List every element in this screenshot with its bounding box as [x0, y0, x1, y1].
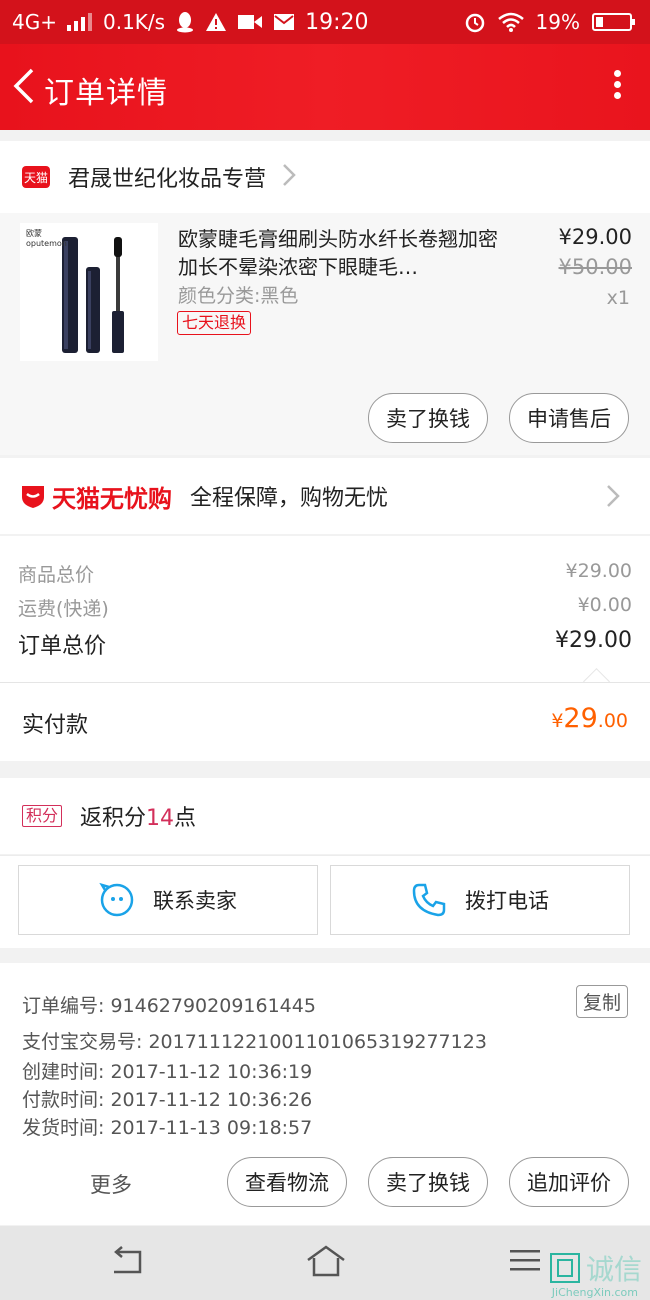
cost-summary: 商品总价 ¥29.00 运费(快递) ¥0.00 订单总价 ¥29.00: [0, 536, 650, 682]
bottom-actions: 更多 查看物流 卖了换钱 追加评价: [0, 1139, 650, 1225]
cost-label: 商品总价: [18, 564, 95, 586]
guarantee-row[interactable]: 天猫无忧购 全程保障，购物无忧: [0, 458, 650, 534]
chevron-right-icon: [606, 484, 620, 512]
more-menu-icon[interactable]: [612, 66, 622, 106]
total-label: 订单总价: [18, 634, 107, 659]
home-nav-icon[interactable]: [306, 1244, 346, 1282]
watermark-subtext: JiChengXin.com: [551, 1286, 638, 1299]
total-value: ¥29.00: [555, 628, 632, 653]
view-logistics-button[interactable]: 查看物流: [227, 1157, 347, 1207]
thumb-brand: 欧蒙: [26, 229, 42, 238]
product-original-price: ¥50.00: [558, 255, 632, 279]
contact-seller-button[interactable]: 联系卖家: [18, 865, 318, 935]
network-speed: 0.1K/s: [102, 10, 166, 34]
order-info: 订单编号: 91462790209161445 复制 支付宝交易号: 20171…: [0, 963, 650, 1139]
qq-icon: [175, 11, 195, 33]
shipped-time: 发货时间: 2017-11-13 09:18:57: [22, 1117, 313, 1139]
video-icon: [237, 12, 263, 32]
chevron-right-icon: [282, 163, 296, 191]
back-icon[interactable]: [10, 66, 40, 106]
points-suffix: 点: [174, 806, 197, 831]
product-card[interactable]: 欧蒙 oputemon 欧蒙睫毛膏细刷头防水纤长卷翘加密加长不晕染浓密下眼睫毛……: [0, 213, 650, 455]
shop-name: 君晟世纪化妆品专营: [68, 167, 267, 192]
signal-icon: [66, 13, 93, 31]
cost-row-goods: 商品总价 ¥29.00: [18, 560, 632, 587]
battery-percent: 19%: [535, 10, 580, 34]
points-text: 返积分14点: [80, 800, 196, 832]
points-prefix: 返积分: [80, 806, 147, 831]
back-nav-icon[interactable]: [108, 1246, 144, 1280]
network-label: 4G+: [12, 10, 57, 34]
paid-label: 实付款: [22, 713, 89, 738]
warning-icon: [205, 12, 227, 32]
page-title: 订单详情: [44, 76, 168, 111]
cost-value: ¥29.00: [565, 560, 632, 582]
after-sales-button[interactable]: 申请售后: [509, 393, 629, 443]
system-nav-bar: 诚信 JiChengXin.com: [0, 1226, 650, 1300]
cost-row-total: 订单总价 ¥29.00: [18, 628, 632, 660]
created-time: 创建时间: 2017-11-12 10:36:19: [22, 1061, 313, 1083]
header-bar: 订单详情: [0, 44, 650, 130]
product-quantity: x1: [606, 287, 630, 309]
menu-nav-icon[interactable]: [510, 1248, 540, 1278]
sell-for-cash-button[interactable]: 卖了换钱: [368, 393, 488, 443]
add-review-button[interactable]: 追加评价: [509, 1157, 629, 1207]
cost-value: ¥0.00: [577, 594, 632, 616]
chat-bubble-icon: [99, 882, 134, 917]
cost-label: 运费(快递): [18, 598, 109, 620]
thumb-brand-en: oputemon: [26, 239, 67, 248]
more-link[interactable]: 更多: [90, 1169, 132, 1199]
watermark: 诚信 JiChengXin.com: [549, 1248, 642, 1299]
watermark-logo-icon: [549, 1253, 580, 1283]
shield-icon: [22, 486, 44, 508]
call-phone-button[interactable]: 拨打电话: [330, 865, 630, 935]
paid-yen: ¥: [551, 710, 564, 732]
tmall-guarantee-logo: 天猫无忧购: [20, 479, 172, 514]
product-title: 欧蒙睫毛膏细刷头防水纤长卷翘加密加长不晕染浓密下眼睫毛…: [178, 227, 498, 279]
contact-seller-label: 联系卖家: [153, 889, 237, 913]
sell-for-cash-button-bottom[interactable]: 卖了换钱: [368, 1157, 488, 1207]
points-badge: 积分: [22, 805, 63, 827]
product-sku: 颜色分类:黑色: [178, 285, 299, 307]
paid-int: 29: [563, 703, 598, 734]
status-bar: 4G+ 0.1K/s 19:20 19%: [0, 0, 650, 44]
product-price: ¥29.00: [558, 225, 632, 249]
call-phone-label: 拨打电话: [465, 889, 549, 913]
alarm-icon: [464, 11, 486, 33]
phone-icon: [412, 883, 446, 917]
clock-time: 19:20: [305, 9, 369, 35]
guarantee-text: 全程保障，购物无忧: [190, 486, 389, 511]
tmall-badge: 天猫: [22, 166, 50, 188]
paid-amount: ¥29.00: [551, 703, 628, 734]
points-row: 积分 返积分14点: [0, 778, 650, 854]
copy-button[interactable]: 复制: [575, 985, 628, 1018]
alipay-trade-number: 支付宝交易号: 2017111221001101065319277123: [22, 1031, 487, 1053]
paid-row: 实付款 ¥29.00: [0, 682, 650, 761]
shop-row[interactable]: 天猫 君晟世纪化妆品专营: [0, 141, 650, 213]
points-number: 14: [146, 806, 175, 831]
cost-row-shipping: 运费(快递) ¥0.00: [18, 594, 632, 621]
battery-icon: [592, 12, 636, 32]
wifi-icon: [497, 12, 524, 32]
paid-dec: .00: [597, 710, 628, 732]
contact-row: 联系卖家 拨打电话: [0, 855, 650, 948]
mail-icon: [273, 12, 295, 32]
order-number: 订单编号: 91462790209161445: [22, 995, 316, 1017]
product-thumbnail[interactable]: 欧蒙 oputemon: [20, 223, 158, 361]
watermark-text: 诚信: [585, 1253, 642, 1286]
guarantee-logo-text: 天猫无忧购: [52, 484, 172, 513]
return-policy-tag: 七天退换: [177, 311, 252, 335]
paid-time: 付款时间: 2017-11-12 10:36:26: [22, 1089, 313, 1111]
